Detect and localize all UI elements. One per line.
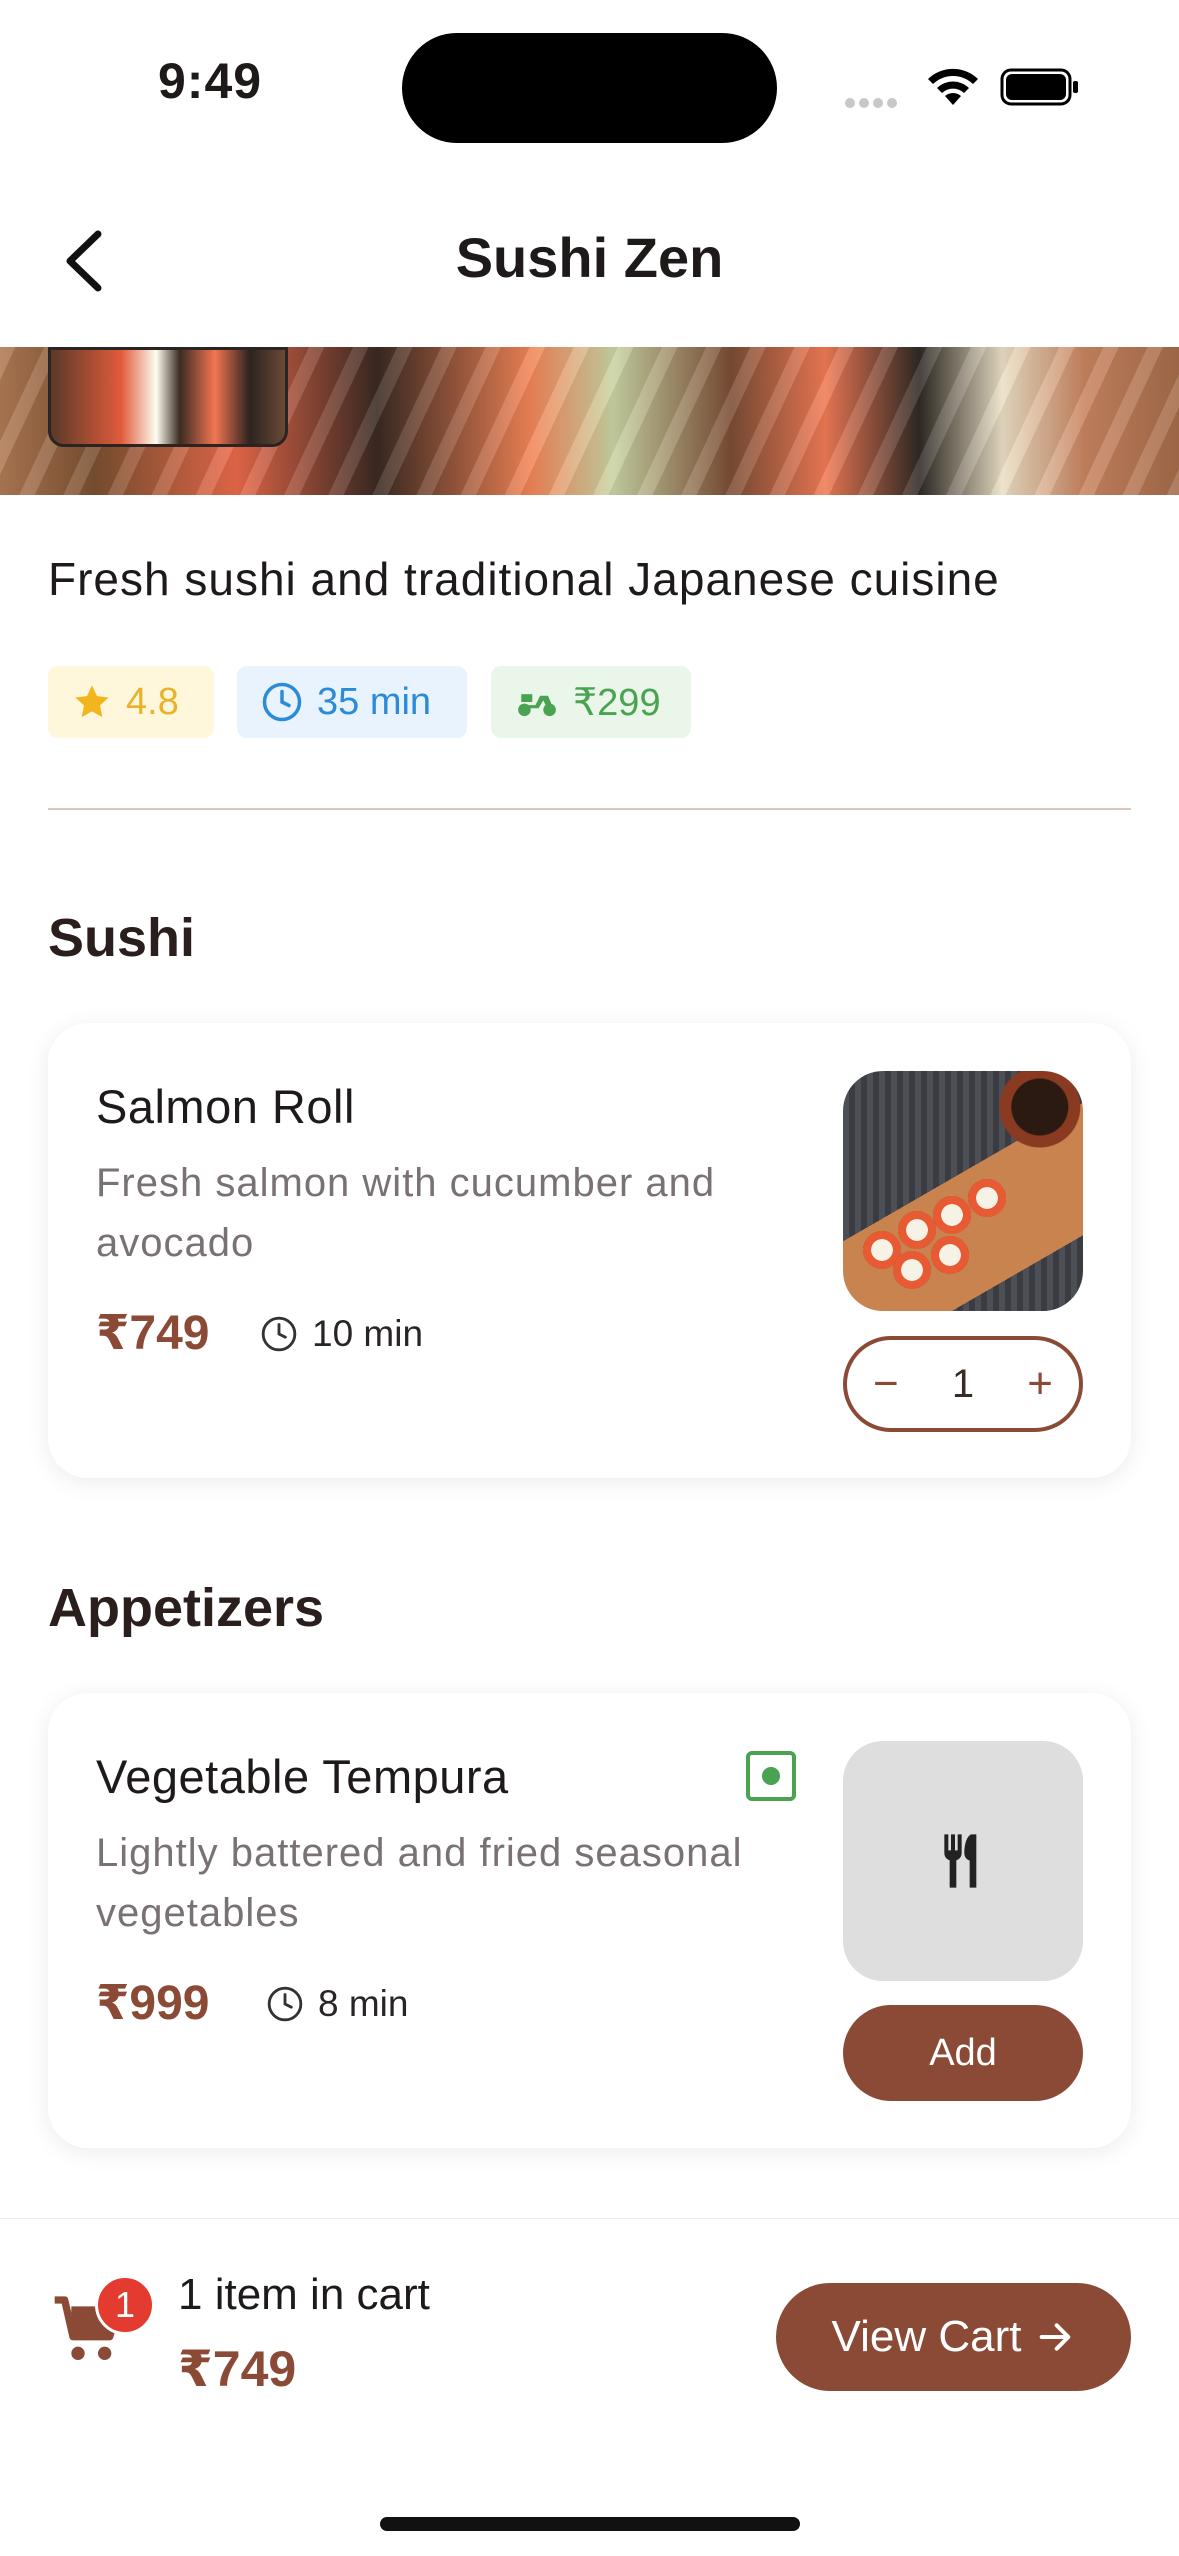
section-title-appetizers: Appetizers: [48, 1578, 325, 1638]
divider: [48, 808, 1131, 810]
item-price: ₹999: [96, 1977, 210, 2030]
quantity-value: 1: [951, 1361, 975, 1406]
cart-total: ₹749: [178, 2341, 297, 2397]
increase-button[interactable]: +: [1027, 1362, 1053, 1406]
clock-icon: [262, 682, 302, 722]
item-price: ₹749: [96, 1307, 210, 1360]
item-prep-time: 8 min: [266, 1983, 408, 2025]
delivery-fee-value: ₹299: [573, 681, 661, 724]
cellular-signal-icon: [845, 95, 905, 108]
clock-icon: [267, 1986, 303, 2022]
clock-icon: [261, 1316, 297, 1352]
wifi-icon: [928, 68, 978, 105]
item-prep-time-value: 10 min: [312, 1313, 424, 1354]
section-title-sushi: Sushi: [48, 908, 196, 968]
item-prep-time: 10 min: [260, 1313, 423, 1355]
rating-chip: 4.8: [48, 666, 214, 738]
fork-knife-icon: [944, 1834, 977, 1888]
cart-count-badge: 1: [95, 2275, 155, 2335]
delivery-fee-chip: ₹299: [491, 666, 691, 738]
item-description: Fresh salmon with cucumber and avocado: [96, 1161, 716, 1265]
arrow-right-icon: [1040, 2323, 1071, 2351]
menu-item-card[interactable]: Salmon Roll Fresh salmon with cucumber a…: [48, 1023, 1131, 1478]
add-button[interactable]: Add: [843, 2005, 1083, 2101]
dynamic-island: [402, 33, 777, 143]
page-title: Sushi Zen: [455, 226, 724, 289]
view-cart-button[interactable]: View Cart: [776, 2283, 1131, 2391]
battery-icon: [1000, 68, 1078, 106]
menu-item-card[interactable]: Vegetable Tempura Lightly battered and f…: [48, 1693, 1131, 2148]
status-time: 9:49: [158, 53, 263, 109]
view-cart-label: View Cart: [831, 2312, 1022, 2361]
delivery-time-chip: 35 min: [237, 666, 467, 738]
item-prep-time-value: 8 min: [318, 1983, 409, 2024]
restaurant-description: Fresh sushi and traditional Japanese cui…: [48, 553, 1000, 605]
item-description: Lightly battered and fried seasonal vege…: [96, 1831, 743, 1935]
scooter-icon: [518, 694, 556, 717]
star-icon: [75, 685, 109, 718]
item-name: Salmon Roll: [96, 1080, 355, 1133]
delivery-time-value: 35 min: [317, 680, 432, 723]
item-image: [843, 1071, 1083, 1311]
item-image-placeholder: [843, 1741, 1083, 1981]
restaurant-thumbnail-image: [48, 347, 288, 447]
cart-item-count: 1 item in cart: [178, 2270, 430, 2319]
quantity-stepper[interactable]: − 1 +: [843, 1336, 1083, 1432]
decrease-button[interactable]: −: [873, 1362, 899, 1406]
rating-value: 4.8: [126, 680, 179, 723]
item-name: Vegetable Tempura: [96, 1750, 509, 1803]
veg-indicator-icon: [746, 1751, 796, 1801]
home-indicator: [380, 2517, 800, 2531]
